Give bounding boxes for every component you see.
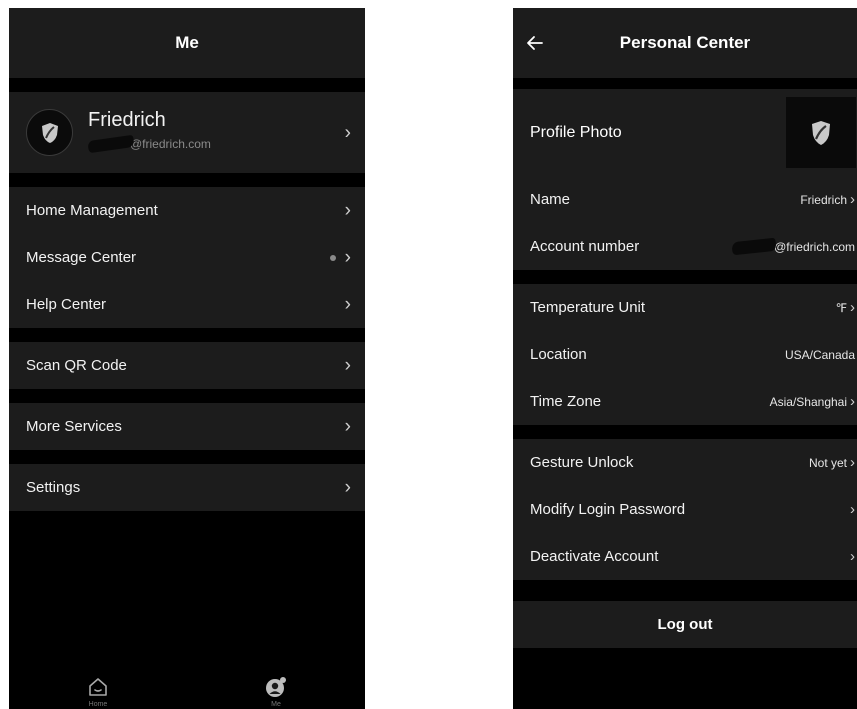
- menu-item-label: Help Center: [26, 296, 107, 313]
- modify-password-row[interactable]: Modify Login Password ›: [513, 486, 857, 533]
- redaction-mark: [87, 134, 135, 153]
- profile-name: Friedrich: [88, 108, 166, 131]
- chevron-right-icon: ›: [850, 393, 855, 410]
- profile-email: @friedrich.com: [87, 134, 211, 153]
- chevron-right-icon: ›: [344, 200, 351, 221]
- name-label: Name: [530, 191, 571, 208]
- chevron-right-icon: ›: [850, 299, 855, 316]
- personal-center-screen: Personal Center Profile Photo Name Fried…: [513, 8, 857, 709]
- security-group: Gesture Unlock Not yet › Modify Login Pa…: [513, 439, 857, 580]
- gesture-unlock-value: Not yet: [808, 455, 847, 470]
- menu-item-more-services[interactable]: More Services ›: [9, 403, 365, 450]
- back-arrow-icon[interactable]: [525, 33, 545, 53]
- tab-home[interactable]: Home: [9, 653, 187, 709]
- menu-item-help-center[interactable]: Help Center ›: [9, 281, 365, 328]
- divider: [513, 580, 857, 601]
- page-title: Me: [175, 33, 199, 52]
- chevron-right-icon: ›: [344, 416, 351, 437]
- menu-item-scan-qr-code[interactable]: Scan QR Code ›: [9, 342, 365, 389]
- home-icon: [89, 678, 107, 696]
- avatar: [26, 109, 73, 156]
- menu-item-label: More Services: [26, 418, 122, 435]
- profile-photo: [786, 97, 856, 168]
- account-info-group: Profile Photo Name Friedrich › Account n…: [513, 89, 857, 270]
- location-value: USA/Canada: [784, 347, 855, 362]
- chevron-right-icon: ›: [850, 454, 855, 471]
- chevron-right-icon: ›: [850, 191, 855, 208]
- divider: [9, 450, 365, 464]
- logout-label: Log out: [657, 616, 713, 633]
- chevron-right-icon: ›: [344, 247, 351, 268]
- chevron-right-icon: ›: [344, 294, 351, 315]
- temperature-unit-value: ℉: [835, 300, 847, 315]
- divider: [9, 328, 365, 342]
- menu-group-scan: Scan QR Code ›: [9, 342, 365, 389]
- name-row[interactable]: Name Friedrich ›: [513, 176, 857, 223]
- location-row: Location USA/Canada: [513, 331, 857, 378]
- account-number-value: @friedrich.com: [774, 239, 855, 254]
- tab-bar: Home Me: [9, 653, 365, 709]
- deactivate-account-label: Deactivate Account: [530, 548, 659, 565]
- menu-item-home-management[interactable]: Home Management ›: [9, 187, 365, 234]
- menu-group-settings: Settings ›: [9, 464, 365, 511]
- divider: [9, 78, 365, 92]
- chevron-right-icon: ›: [850, 548, 855, 565]
- profile-photo-row[interactable]: Profile Photo: [513, 89, 857, 176]
- divider: [513, 425, 857, 439]
- menu-item-message-center[interactable]: Message Center ›: [9, 234, 365, 281]
- divider: [9, 173, 365, 187]
- deactivate-account-row[interactable]: Deactivate Account ›: [513, 533, 857, 580]
- time-zone-value: Asia/Shanghai: [769, 394, 847, 409]
- gesture-unlock-row[interactable]: Gesture Unlock Not yet ›: [513, 439, 857, 486]
- account-number-label: Account number: [530, 238, 640, 255]
- location-label: Location: [530, 346, 587, 363]
- preferences-group: Temperature Unit ℉ › Location USA/Canada…: [513, 284, 857, 425]
- temperature-unit-label: Temperature Unit: [530, 299, 646, 316]
- page-title: Personal Center: [619, 33, 751, 52]
- logout-button[interactable]: Log out: [513, 601, 857, 648]
- menu-item-label: Home Management: [26, 202, 158, 219]
- me-screen: Me Friedrich @friedrich.com › Home Manag…: [9, 8, 365, 709]
- redaction-mark: [731, 237, 777, 256]
- time-zone-label: Time Zone: [530, 393, 602, 410]
- shield-logo-icon: [812, 120, 830, 145]
- account-number-row: Account number @friedrich.com: [513, 223, 857, 270]
- menu-group-home: Home Management › Message Center › Help …: [9, 187, 365, 328]
- menu-group-services: More Services ›: [9, 403, 365, 450]
- menu-item-label: Scan QR Code: [26, 357, 127, 374]
- modify-password-label: Modify Login Password: [530, 501, 686, 518]
- profile-email-suffix: @friedrich.com: [130, 136, 211, 151]
- chevron-right-icon: ›: [850, 501, 855, 518]
- tab-me[interactable]: Me: [187, 653, 365, 709]
- personal-center-header: Personal Center: [513, 8, 857, 78]
- menu-item-settings[interactable]: Settings ›: [9, 464, 365, 511]
- menu-item-label: Message Center: [26, 249, 137, 266]
- divider: [9, 389, 365, 403]
- menu-item-label: Settings: [26, 479, 81, 496]
- shield-logo-icon: [41, 122, 58, 143]
- divider: [513, 78, 857, 89]
- chevron-right-icon: ›: [344, 122, 351, 143]
- name-value: Friedrich: [800, 192, 847, 207]
- chevron-right-icon: ›: [344, 355, 351, 376]
- tab-home-label: Home: [88, 701, 108, 708]
- time-zone-row[interactable]: Time Zone Asia/Shanghai ›: [513, 378, 857, 425]
- tab-me-label: Me: [271, 701, 281, 708]
- profile-photo-label: Profile Photo: [530, 123, 622, 141]
- user-icon: [266, 677, 286, 697]
- unread-dot-icon: [329, 254, 336, 261]
- chevron-right-icon: ›: [344, 477, 351, 498]
- temperature-unit-row[interactable]: Temperature Unit ℉ ›: [513, 284, 857, 331]
- gesture-unlock-label: Gesture Unlock: [530, 454, 634, 471]
- profile-card[interactable]: Friedrich @friedrich.com ›: [9, 92, 365, 173]
- me-header: Me: [9, 8, 365, 78]
- divider: [513, 270, 857, 284]
